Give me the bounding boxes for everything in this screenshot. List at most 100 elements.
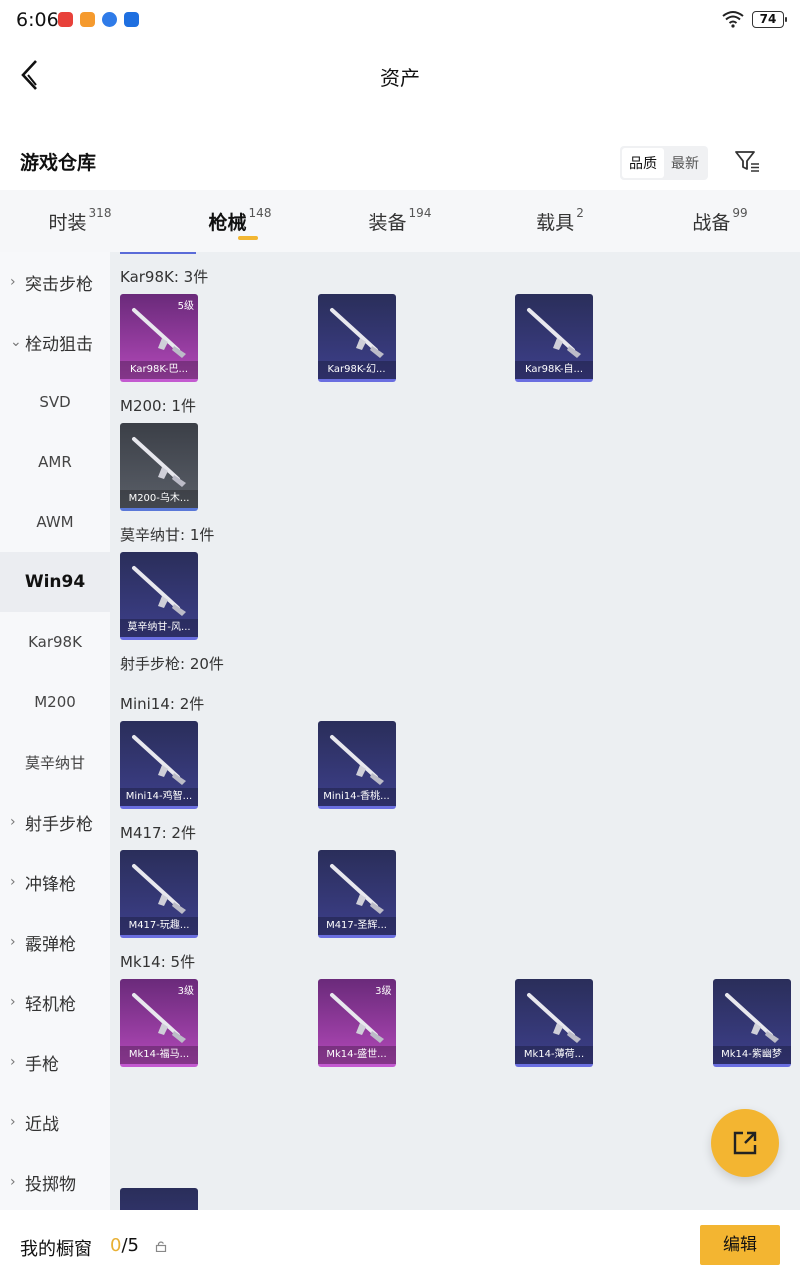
- sidebar-item-label: 手枪: [25, 1054, 59, 1075]
- sidebar-item-label: 突击步枪: [25, 274, 93, 295]
- app-notification-icon: [124, 12, 139, 27]
- tab-equipment[interactable]: 装备 194: [320, 190, 480, 252]
- weapon-card[interactable]: Mk14-紫幽梦: [712, 979, 791, 1067]
- sidebar-item-win94[interactable]: Win94: [0, 552, 110, 612]
- weapon-name: Mk14-紫幽梦: [712, 1046, 791, 1064]
- chevron-right-icon: ›: [10, 1054, 16, 1070]
- sidebar-item-throwable[interactable]: › 投掷物: [0, 1152, 110, 1210]
- marksman-rifle-icon: [132, 864, 186, 914]
- battery-indicator: 74: [752, 10, 787, 28]
- showcase-current: 0: [110, 1235, 122, 1256]
- weapon-name: Mini14-鸡智...: [120, 788, 198, 806]
- notification-icons: [58, 12, 139, 27]
- sidebar-item-label: 冲锋枪: [25, 874, 76, 895]
- weapon-name: Kar98K-自...: [515, 361, 593, 379]
- sort-newest-button[interactable]: 最新: [664, 148, 706, 178]
- level-badge: 5级: [177, 301, 194, 312]
- weapon-name: 莫辛纳甘-风...: [120, 619, 198, 637]
- tab-count: 148: [248, 206, 272, 220]
- sidebar-item-amr[interactable]: AMR: [0, 432, 110, 492]
- sidebar-item-m200[interactable]: M200: [0, 672, 110, 732]
- tab-label: 枪械: [208, 212, 247, 234]
- chevron-right-icon: ›: [10, 994, 16, 1010]
- weapon-name: Kar98K-幻...: [317, 361, 396, 379]
- weapon-card[interactable]: Mini14-鸡智...: [120, 721, 198, 809]
- status-time: 6:06: [16, 9, 59, 31]
- weapon-card[interactable]: Mk14-薄荷...: [515, 979, 593, 1067]
- tab-count: 2: [576, 206, 584, 220]
- category-tabs: 时装 318 枪械 148 装备 194 载具 2 战备 99: [0, 190, 800, 252]
- sort-quality-button[interactable]: 品质: [622, 148, 664, 178]
- weapon-card[interactable]: M417-玩趣...: [120, 850, 198, 938]
- showcase-bar: 我的橱窗 0/5 编辑: [0, 1210, 800, 1280]
- showcase-label: 我的橱窗: [20, 1239, 92, 1260]
- sidebar-item-kar98k[interactable]: Kar98K: [0, 612, 110, 672]
- tab-vehicles[interactable]: 载具 2: [480, 190, 640, 252]
- sidebar-item-lmg[interactable]: › 轻机枪: [0, 972, 110, 1032]
- app-header: 资产: [0, 40, 800, 110]
- group-label: M200: 1件: [120, 397, 196, 415]
- sidebar-item-melee[interactable]: › 近战: [0, 1092, 110, 1152]
- weapon-card[interactable]: Kar98K-幻...: [317, 294, 396, 382]
- weapon-card[interactable]: 莫辛纳甘-风...: [120, 552, 198, 640]
- weapon-name: Mk14-薄荷...: [515, 1046, 593, 1064]
- wifi-icon: [722, 11, 744, 28]
- share-button[interactable]: [711, 1109, 779, 1177]
- weapon-name: Mk14-盛世...: [317, 1046, 396, 1064]
- marksman-rifle-icon: [329, 864, 384, 914]
- weapon-card[interactable]: [120, 1188, 198, 1210]
- sidebar-item-pistol[interactable]: › 手枪: [0, 1032, 110, 1092]
- sidebar-item-shotgun[interactable]: › 霰弹枪: [0, 912, 110, 972]
- marksman-rifle-icon: [132, 993, 186, 1043]
- sniper-rifle-icon: [527, 308, 581, 358]
- sidebar-item-assault-rifle[interactable]: › 突击步枪: [0, 252, 110, 312]
- chevron-right-icon: ›: [10, 1114, 16, 1130]
- weapon-name: M200-乌木...: [120, 490, 198, 508]
- tab-label: 装备: [368, 212, 407, 234]
- weapon-card[interactable]: Mini14-香桃...: [317, 721, 396, 809]
- weapon-name: M417-圣辉...: [317, 917, 396, 935]
- tab-fashion[interactable]: 时装 318: [0, 190, 160, 252]
- page-title: 资产: [380, 66, 420, 90]
- sidebar-item-mosin[interactable]: 莫辛纳甘: [0, 732, 110, 792]
- weapon-card[interactable]: 5级 Kar98K-巴...: [120, 294, 198, 382]
- chevron-right-icon: ›: [10, 874, 16, 890]
- tab-label: 时装: [48, 212, 87, 234]
- tab-label: 战备: [692, 212, 731, 234]
- tab-count: 99: [732, 206, 748, 220]
- weapon-card[interactable]: M200-乌木...: [120, 423, 198, 511]
- marksman-rifle-icon: [132, 735, 186, 785]
- warehouse-title: 游戏仓库: [20, 152, 97, 174]
- sidebar-item-bolt-sniper[interactable]: ⌄ 栓动狙击: [0, 312, 110, 372]
- group-label: 射手步枪: 20件: [120, 655, 224, 673]
- filter-icon[interactable]: [734, 149, 760, 173]
- sort-toggle: 品质 最新: [620, 146, 708, 180]
- tab-supplies[interactable]: 战备 99: [640, 190, 800, 252]
- active-tab-indicator: [238, 236, 258, 240]
- external-link-icon: [733, 1131, 757, 1155]
- weapon-name: Kar98K-巴...: [120, 361, 198, 379]
- warehouse-header: 游戏仓库 品质 最新: [0, 130, 800, 190]
- sidebar-item-svd[interactable]: SVD: [0, 372, 110, 432]
- marksman-rifle-icon: [329, 993, 384, 1043]
- group-label: Mini14: 2件: [120, 695, 205, 713]
- weapon-card[interactable]: 3级 Mk14-盛世...: [317, 979, 396, 1067]
- weapon-card[interactable]: 3级 Mk14-福马...: [120, 979, 198, 1067]
- group-label: 莫辛纳甘: 1件: [120, 526, 215, 544]
- weapon-list-panel[interactable]: Kar98K: 3件 5级 Kar98K-巴... Kar98K-幻... Kar98K…: [110, 252, 800, 1210]
- scroll-edge-indicator: [120, 252, 196, 254]
- sidebar-item-label: 轻机枪: [25, 994, 76, 1015]
- chevron-down-icon: ⌄: [10, 334, 22, 350]
- chevron-right-icon: ›: [10, 814, 16, 830]
- tab-firearms[interactable]: 枪械 148: [160, 190, 320, 252]
- weapon-card[interactable]: M417-圣辉...: [317, 850, 396, 938]
- weapon-card[interactable]: Kar98K-自...: [515, 294, 593, 382]
- tab-count: 318: [88, 206, 112, 220]
- sidebar-item-awm[interactable]: AWM: [0, 492, 110, 552]
- weapon-name: Mk14-福马...: [120, 1046, 198, 1064]
- tab-label: 载具: [536, 212, 575, 234]
- sidebar-item-marksman-rifle[interactable]: › 射手步枪: [0, 792, 110, 852]
- edit-button[interactable]: 编辑: [700, 1225, 780, 1265]
- sidebar-item-label: 栓动狙击: [25, 334, 93, 355]
- sidebar-item-smg[interactable]: › 冲锋枪: [0, 852, 110, 912]
